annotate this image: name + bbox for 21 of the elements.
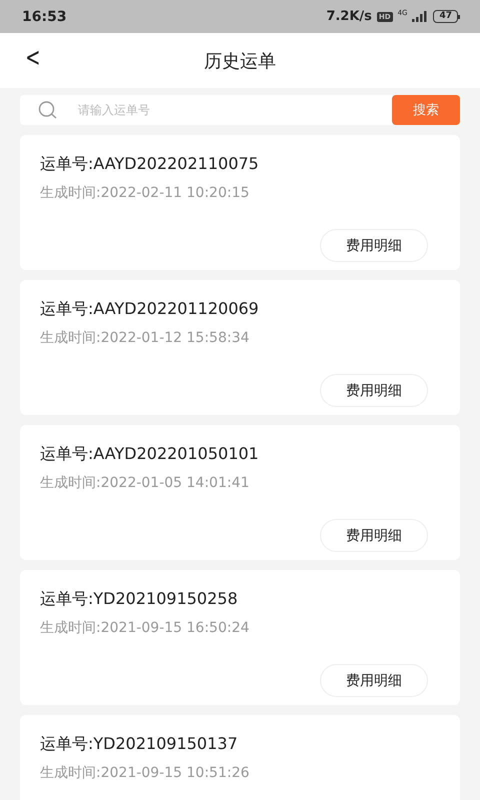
created-time: 生成时间:2022-02-11 10:20:15 (40, 184, 250, 203)
network-speed: 7.2K/s (326, 9, 372, 24)
signal-icon (412, 11, 428, 22)
order-number: 运单号:YD202109150258 (40, 588, 239, 610)
search-icon (38, 101, 58, 119)
page-title: 历史运单 (204, 50, 276, 72)
created-time: 生成时间:2021-09-15 16:50:24 (40, 619, 250, 638)
created-time: 生成时间:2021-09-15 10:51:26 (40, 764, 250, 783)
back-button[interactable]: < (25, 43, 41, 73)
battery-level: 47 (433, 10, 458, 23)
order-number: 运单号:AAYD202202110075 (40, 153, 260, 175)
fee-details-button[interactable]: 费用明细 (320, 229, 428, 262)
fee-details-button[interactable]: 费用明细 (320, 374, 428, 407)
fee-details-button[interactable]: 费用明细 (320, 664, 428, 697)
order-number: 运单号:AAYD202201050101 (40, 443, 260, 465)
order-number: 运单号:AAYD202201120069 (40, 298, 260, 320)
fee-details-button[interactable]: 费用明细 (320, 519, 428, 552)
created-time: 生成时间:2022-01-05 14:01:41 (40, 474, 250, 493)
status-time: 16:53 (22, 8, 67, 24)
order-number: 运单号:YD202109150137 (40, 733, 239, 755)
created-time: 生成时间:2022-01-12 15:58:34 (40, 329, 250, 348)
